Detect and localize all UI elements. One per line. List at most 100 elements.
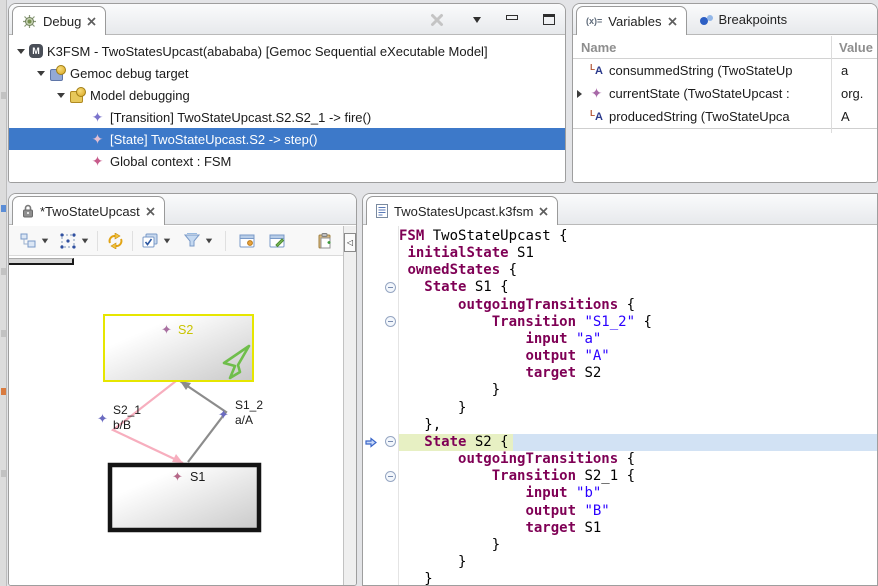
code-editor-area[interactable]: FSM TwoStateUpcast { initialState S1 own…: [363, 226, 877, 585]
expand-arrow-icon[interactable]: [35, 71, 47, 76]
code-line[interactable]: target S2: [399, 365, 652, 382]
string-var-icon: LA: [588, 63, 605, 79]
code-line[interactable]: output "B": [399, 503, 652, 520]
column-value[interactable]: Value: [839, 40, 873, 55]
select-marquee-icon[interactable]: [57, 230, 79, 252]
paste-icon[interactable]: [314, 230, 336, 252]
code-line[interactable]: input "a": [399, 331, 652, 348]
code-line[interactable]: State S1 {: [399, 279, 652, 296]
debug-tree-item[interactable]: Model debugging: [9, 84, 565, 106]
layers-menu-icon[interactable]: [161, 230, 173, 252]
code-line[interactable]: input "b": [399, 485, 652, 502]
fold-collapse-icon[interactable]: [385, 471, 396, 482]
string-var-icon: LA: [588, 109, 605, 125]
arrowhead-S1_2: [180, 381, 191, 390]
code-line[interactable]: }: [399, 400, 652, 417]
code-line[interactable]: }: [399, 537, 652, 554]
code-editor-panel: TwoStatesUpcast.k3fsm FSM TwoStateUpcast…: [362, 193, 878, 586]
close-icon[interactable]: [668, 17, 677, 26]
state-label-S1[interactable]: S1: [190, 470, 205, 484]
code-line[interactable]: output "A": [399, 348, 652, 365]
close-icon[interactable]: [87, 17, 96, 26]
tab-breakpoints[interactable]: Breakpoints: [690, 5, 797, 34]
diagram-editor-panel: *TwoStateUpcast: [8, 193, 357, 586]
debug-tree: MK3FSM - TwoStatesUpcast(abababa) [Gemoc…: [9, 36, 565, 182]
transition-label-S1_2[interactable]: S1_2: [235, 398, 263, 412]
state-box-S1[interactable]: [110, 465, 259, 530]
code-line[interactable]: State S2 {: [399, 434, 652, 451]
code-line[interactable]: target S1: [399, 520, 652, 537]
code-line[interactable]: Transition S2_1 {: [399, 468, 652, 485]
tab-variables[interactable]: (x)= Variables: [576, 6, 687, 35]
variables-icon: (x)=: [586, 16, 602, 26]
palette-expand-button[interactable]: ◁: [344, 233, 356, 252]
tab-k3fsm-file[interactable]: TwoStatesUpcast.k3fsm: [366, 196, 558, 225]
debug-tree-item[interactable]: Gemoc debug target: [9, 62, 565, 84]
file-icon: [376, 204, 388, 218]
code-line[interactable]: }: [399, 571, 652, 585]
trim-mark: [1, 268, 6, 275]
transition-trigger-S1_2[interactable]: a/A: [235, 413, 253, 427]
annotation-ruler[interactable]: [363, 226, 399, 585]
arrange-all-icon[interactable]: [17, 230, 39, 252]
filters-icon[interactable]: [181, 230, 203, 252]
variable-value: A: [841, 109, 850, 124]
debug-tree-item[interactable]: MK3FSM - TwoStatesUpcast(abababa) [Gemoc…: [9, 40, 565, 62]
code-line[interactable]: ownedStates {: [399, 262, 652, 279]
filters-menu-icon[interactable]: [203, 230, 215, 252]
variable-row[interactable]: LAconsummedString (TwoStateUpa: [573, 59, 877, 82]
canvas-top-bar: [9, 258, 74, 265]
minimize-icon[interactable]: [506, 15, 518, 20]
model-icon: M: [29, 44, 43, 58]
variable-row[interactable]: LA producedString (TwoStateUpca A: [573, 105, 877, 128]
maximize-icon[interactable]: [543, 14, 555, 25]
column-name[interactable]: Name: [573, 40, 616, 55]
close-icon[interactable]: [539, 207, 548, 216]
left-trim-bar: [0, 0, 7, 586]
fold-collapse-icon[interactable]: [385, 282, 396, 293]
debug-tree-item[interactable]: ✦Global context : FSM: [9, 150, 565, 172]
code-line[interactable]: Transition "S1_2" {: [399, 314, 652, 331]
code-line[interactable]: }: [399, 554, 652, 571]
code-line[interactable]: }: [399, 382, 652, 399]
tab-debug-label: Debug: [43, 14, 81, 29]
arrange-menu-icon[interactable]: [39, 230, 51, 252]
variable-row[interactable]: ✦currentState (TwoStateUpcast :org.: [573, 82, 877, 105]
debug-tree-item[interactable]: ✦ [State] TwoStateUpcast.S2 -> step(): [9, 128, 565, 150]
expand-arrow-icon[interactable]: [55, 93, 67, 98]
variable-name: currentState (TwoStateUpcast :: [609, 86, 790, 101]
code-line[interactable]: outgoingTransitions {: [399, 297, 652, 314]
close-icon[interactable]: [146, 207, 155, 216]
transition-trigger-S2_1[interactable]: b/B: [113, 418, 131, 432]
debug-tree-item-label: Model debugging: [90, 88, 190, 103]
export-image-icon[interactable]: [236, 230, 258, 252]
source-code[interactable]: FSM TwoStateUpcast { initialState S1 own…: [399, 228, 652, 585]
diamond-pink-icon: ✦: [89, 131, 106, 147]
state-label-S2[interactable]: S2: [178, 323, 193, 337]
code-line[interactable]: FSM TwoStateUpcast {: [399, 228, 652, 245]
export-model-icon[interactable]: [266, 230, 288, 252]
tab-diagram[interactable]: *TwoStateUpcast: [12, 196, 165, 225]
debug-tree-item-label: [State] TwoStateUpcast.S2 -> step(): [110, 132, 318, 147]
expand-arrow-icon[interactable]: [15, 49, 27, 54]
tab-breakpoints-label: Breakpoints: [719, 12, 788, 27]
fold-collapse-icon[interactable]: [385, 436, 396, 447]
code-line[interactable]: initialState S1: [399, 245, 652, 262]
tab-k3fsm-label: TwoStatesUpcast.k3fsm: [394, 204, 533, 219]
debug-view-header: Debug: [9, 4, 565, 35]
view-menu-icon[interactable]: [473, 17, 481, 23]
expand-arrow-icon[interactable]: [573, 90, 588, 98]
code-line[interactable]: outgoingTransitions {: [399, 451, 652, 468]
transition-label-S2_1[interactable]: S2_1: [113, 403, 141, 417]
code-line[interactable]: },: [399, 417, 652, 434]
select-menu-icon[interactable]: [79, 230, 91, 252]
diagram-canvas[interactable]: ✦ S2 ✦ S1 ✦ S2_1 b/B ✦ S1_2 a/A: [9, 257, 343, 585]
variable-name: producedString (TwoStateUpca: [609, 109, 790, 124]
diagram-editor-header: *TwoStateUpcast: [9, 194, 356, 225]
fold-collapse-icon[interactable]: [385, 316, 396, 327]
debug-tree-item[interactable]: ✦[Transition] TwoStateUpcast.S2.S2_1 -> …: [9, 106, 565, 128]
remove-terminated-icon[interactable]: [426, 9, 448, 31]
refresh-icon[interactable]: [104, 230, 126, 252]
tab-debug[interactable]: Debug: [12, 6, 106, 35]
layers-icon[interactable]: [139, 230, 161, 252]
